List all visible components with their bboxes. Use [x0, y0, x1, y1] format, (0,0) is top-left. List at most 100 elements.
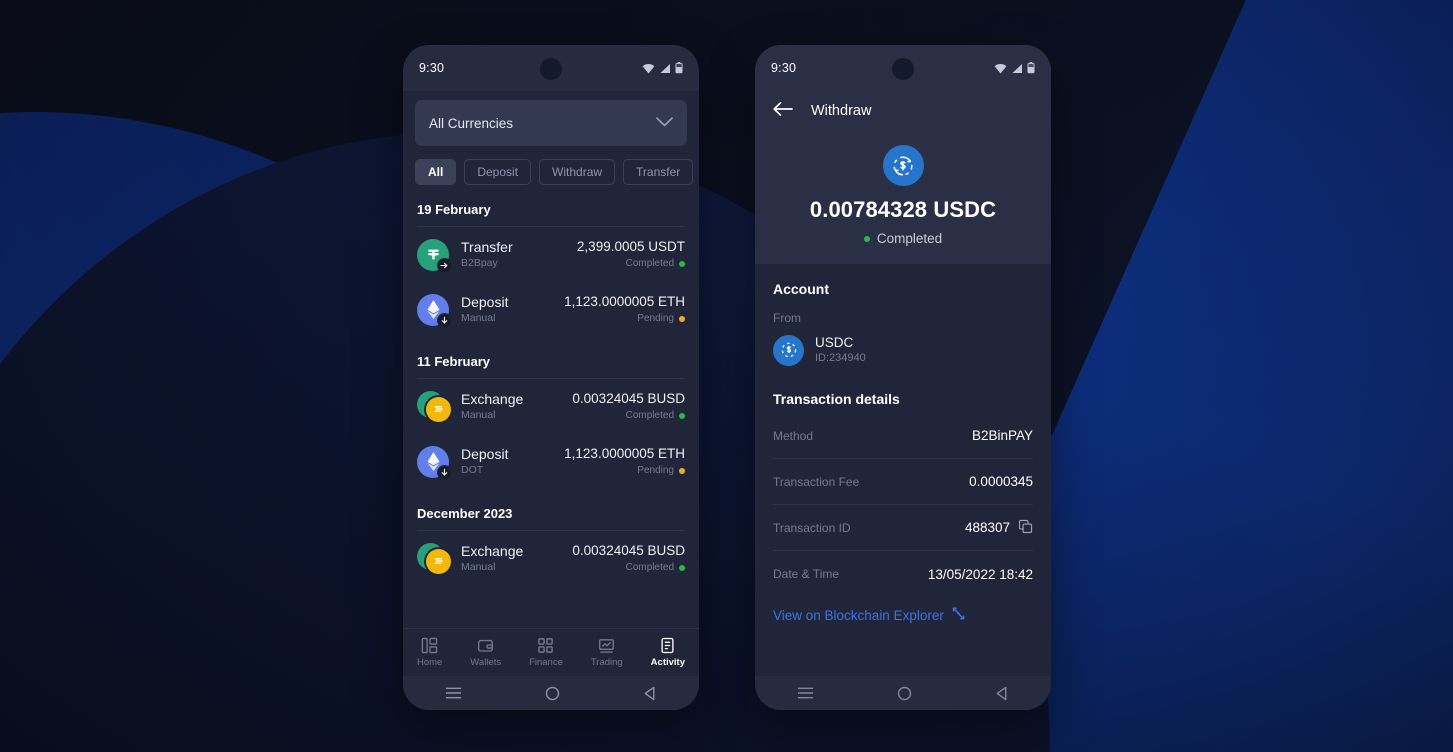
circle-home-icon[interactable]: [897, 686, 912, 701]
tab-wallets-label: Wallets: [470, 657, 502, 668]
detail-key: Date & Time: [773, 567, 840, 581]
wallet-icon: [477, 637, 494, 654]
tab-activity[interactable]: Activity: [651, 637, 685, 668]
status-label: Pending: [637, 313, 674, 324]
transaction-amount: 1,123.0000005 ETH: [564, 294, 685, 309]
transaction-coin-icon: [417, 390, 451, 423]
currency-filter-value: All Currencies: [429, 115, 514, 131]
table-row[interactable]: Deposit DOT 1,123.0000005 ETH Pending: [403, 434, 699, 489]
chevron-down-icon: [656, 114, 673, 132]
detail-value: 488307: [964, 520, 1010, 535]
transaction-list[interactable]: 19 February Transfer B2Bpay 2,399.0005 U…: [403, 185, 699, 628]
withdraw-status-badge: Completed: [755, 231, 1051, 246]
tab-trading-label: Trading: [590, 657, 623, 668]
table-row[interactable]: Deposit Manual 1,123.0000005 ETH Pending: [403, 282, 699, 337]
copy-icon[interactable]: [1018, 519, 1033, 537]
detail-key: Method: [773, 428, 814, 443]
grid-squares-icon: [537, 637, 554, 654]
detail-value-with-copy: 488307: [965, 519, 1033, 537]
usdc-coin-icon: [882, 145, 924, 186]
table-row: Transaction Fee 0.0000345: [773, 459, 1033, 505]
transaction-amount: 0.00324045 BUSD: [572, 543, 685, 558]
arrow-left-icon[interactable]: [773, 101, 793, 122]
tab-home[interactable]: Home: [417, 637, 442, 668]
date-group-header: December 2023: [417, 506, 513, 521]
bottom-tab-bar: Home Wallets Finance Trading Activity: [403, 628, 699, 676]
currency-filter-dropdown[interactable]: All Currencies: [415, 100, 687, 146]
front-camera-punchhole: [540, 58, 562, 80]
triangle-back-icon[interactable]: [995, 686, 1009, 701]
triangle-back-icon[interactable]: [643, 686, 657, 701]
status-dot-icon: [863, 235, 870, 242]
detail-value: 0.0000345: [969, 474, 1033, 489]
tab-finance[interactable]: Finance: [529, 637, 563, 668]
battery-icon: [675, 62, 683, 74]
account-text: USDC ID:234940: [815, 334, 866, 366]
phone-activity-list: 9:30 All Currencies All Deposit Withdraw…: [403, 45, 699, 710]
circle-home-icon[interactable]: [545, 686, 560, 701]
page-title: Withdraw: [811, 103, 872, 119]
front-camera-punchhole: [892, 58, 914, 80]
table-row[interactable]: Exchange Manual 0.00324045 BUSD Complete…: [403, 531, 699, 586]
table-row: Transaction ID 488307: [773, 505, 1033, 551]
transaction-title: Transfer: [461, 239, 513, 255]
battery-icon: [1027, 62, 1035, 74]
filter-chip-withdraw[interactable]: Withdraw: [539, 159, 616, 185]
transaction-title: Deposit: [461, 294, 509, 310]
hero-block: 0.00784328 USDC Completed: [755, 131, 1051, 246]
transaction-text: Transfer B2Bpay: [461, 238, 565, 271]
filter-chip-all[interactable]: All: [415, 159, 457, 185]
transaction-title: Exchange: [461, 543, 524, 559]
status-badge: Completed: [577, 256, 685, 271]
android-nav-bar-left: [403, 676, 699, 710]
screenshot-stage: 9:30 All Currencies All Deposit Withdraw…: [0, 0, 1453, 752]
withdraw-hero-section: Withdraw 0.00784328 USDC Completed: [755, 91, 1051, 264]
phone-withdraw-details: 9:30 Withdraw 0.00784328 USDC Completed …: [755, 45, 1051, 710]
status-badge: Completed: [572, 408, 685, 423]
filter-chip-deposit[interactable]: Deposit: [464, 159, 532, 185]
transaction-values: 0.00324045 BUSD Completed: [572, 390, 685, 423]
tab-finance-label: Finance: [529, 657, 563, 668]
external-link-icon: [952, 607, 965, 623]
transaction-amount: 1,123.0000005 ETH: [564, 446, 685, 461]
transaction-title: Exchange: [461, 391, 524, 407]
transaction-values: 0.00324045 BUSD Completed: [572, 542, 685, 575]
transaction-subtitle: Manual: [461, 312, 496, 324]
tab-trading[interactable]: Trading: [591, 637, 623, 668]
tab-activity-label: Activity: [650, 657, 685, 668]
transaction-coin-icon: [417, 542, 451, 575]
status-label: Pending: [637, 465, 674, 476]
table-row: Method B2BinPAY: [773, 413, 1033, 459]
arrow-right-icon: [437, 257, 452, 273]
detail-value: 13/05/2022 18:42: [927, 566, 1033, 582]
withdraw-status-label: Completed: [876, 231, 943, 246]
background-vignette: [0, 0, 1453, 752]
cellular-signal-icon: [659, 63, 671, 74]
menu-icon[interactable]: [797, 686, 814, 700]
account-row[interactable]: USDC ID:234940: [773, 334, 1033, 366]
withdraw-details-body: Account From USDC ID:234940 Transaction …: [755, 264, 1051, 676]
busd-coin-icon: [426, 548, 451, 574]
cellular-signal-icon: [1011, 63, 1023, 74]
view-on-blockchain-explorer-link[interactable]: View on Blockchain Explorer: [773, 607, 1033, 623]
table-row[interactable]: Exchange Manual 0.00324045 BUSD Complete…: [403, 379, 699, 434]
account-id: ID:234940: [815, 352, 866, 364]
status-label: Completed: [625, 258, 674, 269]
transaction-amount: 0.00324045 BUSD: [572, 391, 685, 406]
from-label: From: [773, 311, 801, 325]
status-bar-left: 9:30: [403, 45, 699, 91]
transaction-text: Deposit DOT: [461, 445, 552, 478]
filter-chip-transfer[interactable]: Transfer: [623, 159, 694, 185]
status-bar-right: 9:30: [755, 45, 1051, 91]
date-group-header: 11 February: [417, 354, 490, 369]
menu-icon[interactable]: [445, 686, 462, 700]
table-row[interactable]: Transfer B2Bpay 2,399.0005 USDT Complete…: [403, 227, 699, 282]
tab-wallets[interactable]: Wallets: [470, 637, 501, 668]
transaction-details-section-title: Transaction details: [773, 391, 900, 407]
transaction-details-table: Method B2BinPAY Transaction Fee 0.000034…: [773, 413, 1033, 597]
detail-key: Transaction Fee: [773, 474, 860, 489]
transaction-values: 2,399.0005 USDT Completed: [577, 238, 685, 271]
activity-filter-chips: All Deposit Withdraw Transfer Exchange: [403, 146, 699, 185]
transaction-subtitle: Manual: [461, 561, 496, 573]
transaction-text: Exchange Manual: [461, 542, 560, 575]
